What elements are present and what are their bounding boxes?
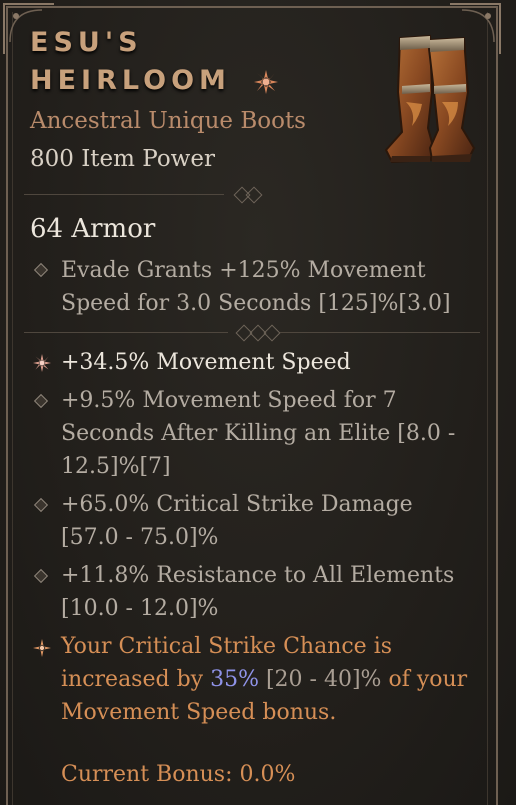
affix-movement-speed-elite: +9.5% Movement Speed for 7 Seconds After…	[61, 388, 456, 479]
affix-critical-strike-damage: +65.0% Critical Strike Damage [57.0 - 75…	[61, 492, 413, 550]
implicit-affix: Evade Grants +125% Movement Speed for 3.…	[61, 258, 451, 316]
boots-image	[384, 34, 476, 164]
greater-affix-icon	[33, 354, 51, 372]
item-tooltip: ESU'S HEIRLOOM Ancestral Unique Boots 80…	[0, 0, 516, 805]
unique-power-icon	[33, 639, 51, 657]
item-name-line1: ESU'S	[30, 27, 143, 58]
affix-resistance-all: +11.8% Resistance to All Elements [10.0 …	[61, 563, 455, 621]
current-bonus: Current Bonus: 0.0%	[61, 762, 296, 787]
unique-star-icon	[254, 69, 279, 94]
item-rarity-type: Ancestral Unique Boots	[30, 108, 306, 134]
item-power: 800 Item Power	[30, 146, 215, 172]
unique-power-range: [20 - 40]%	[258, 667, 382, 692]
item-name: ESU'S HEIRLOOM	[30, 24, 279, 100]
affix-movement-speed: +34.5% Movement Speed	[61, 350, 351, 375]
armor-value: 64 Armor	[30, 214, 156, 244]
unique-power-value: 35%	[210, 667, 259, 692]
unique-power-text: Your Critical Strike Chance is increased…	[61, 630, 481, 729]
item-name-line2: HEIRLOOM	[30, 65, 231, 96]
divider	[24, 324, 480, 342]
divider	[24, 186, 464, 204]
